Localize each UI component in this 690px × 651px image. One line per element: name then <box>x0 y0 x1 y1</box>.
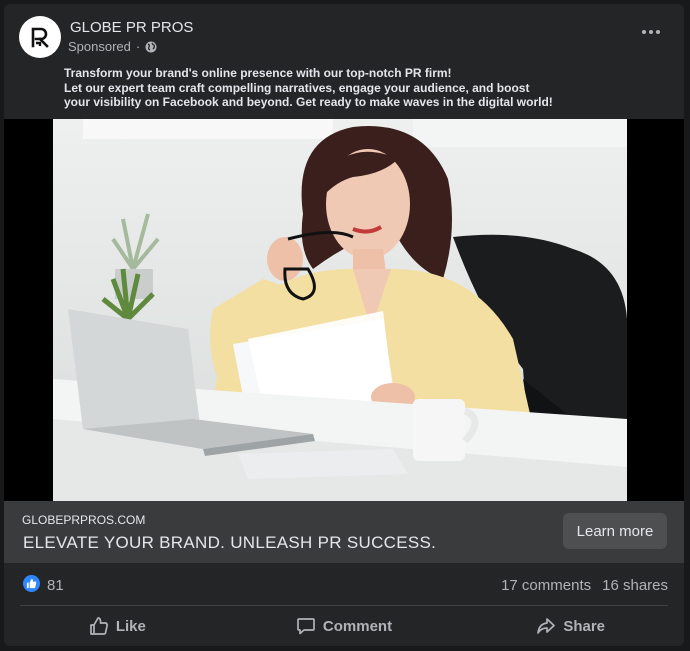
page-name[interactable]: GLOBE PR PROS <box>70 19 193 36</box>
globe-icon[interactable] <box>145 41 157 53</box>
learn-more-button[interactable]: Learn more <box>563 513 667 549</box>
shares-count[interactable]: 16 shares <box>602 577 668 594</box>
thumbs-up-icon <box>89 617 108 635</box>
office-woman-photo <box>53 119 627 501</box>
like-reaction-icon[interactable] <box>23 575 40 592</box>
link-preview[interactable]: GLOBEPRPROS.COM ELEVATE YOUR BRAND. UNLE… <box>4 501 684 563</box>
reaction-count[interactable]: 81 <box>47 577 64 594</box>
sponsored-label[interactable]: Sponsored <box>68 39 131 54</box>
post-actions: Like Comment Share <box>4 606 684 646</box>
globe-pr-pros-logo <box>31 27 49 48</box>
comment-icon <box>297 618 315 635</box>
caption-line: your visibility on Facebook and beyond. … <box>64 95 553 109</box>
post-meta: Sponsored · <box>68 39 157 54</box>
more-dot <box>656 30 660 34</box>
share-button[interactable]: Share <box>457 606 684 646</box>
comment-label: Comment <box>322 617 393 635</box>
more-options-icon[interactable] <box>642 30 660 34</box>
caption-line: Let our expert team craft compelling nar… <box>64 80 530 95</box>
post-media[interactable] <box>4 119 684 501</box>
comment-button[interactable]: Comment <box>231 606 458 646</box>
comments-count[interactable]: 17 comments <box>501 577 591 594</box>
link-headline[interactable]: ELEVATE YOUR BRAND. UNLEASH PR SUCCESS. <box>23 533 436 553</box>
like-button[interactable]: Like <box>4 606 231 646</box>
share-icon <box>537 618 556 634</box>
meta-separator: · <box>135 39 141 54</box>
more-dot <box>642 30 646 34</box>
thumbs-up-icon <box>26 578 37 589</box>
like-label: Like <box>115 617 146 635</box>
more-dot <box>649 30 653 34</box>
caption-line: Transform your brand's online presence w… <box>64 66 452 80</box>
engagement-stats: 81 17 comments 16 shares <box>4 563 684 605</box>
comment-share-counts: 17 comments 16 shares <box>501 577 668 594</box>
post-header: GLOBE PR PROS Sponsored · <box>4 4 684 64</box>
sponsored-post-card: GLOBE PR PROS Sponsored · Transform your… <box>4 4 684 646</box>
link-domain: GLOBEPRPROS.COM <box>22 513 146 527</box>
page-avatar[interactable] <box>19 16 61 58</box>
post-caption: Transform your brand's online presence w… <box>64 66 664 110</box>
share-label: Share <box>563 617 606 635</box>
